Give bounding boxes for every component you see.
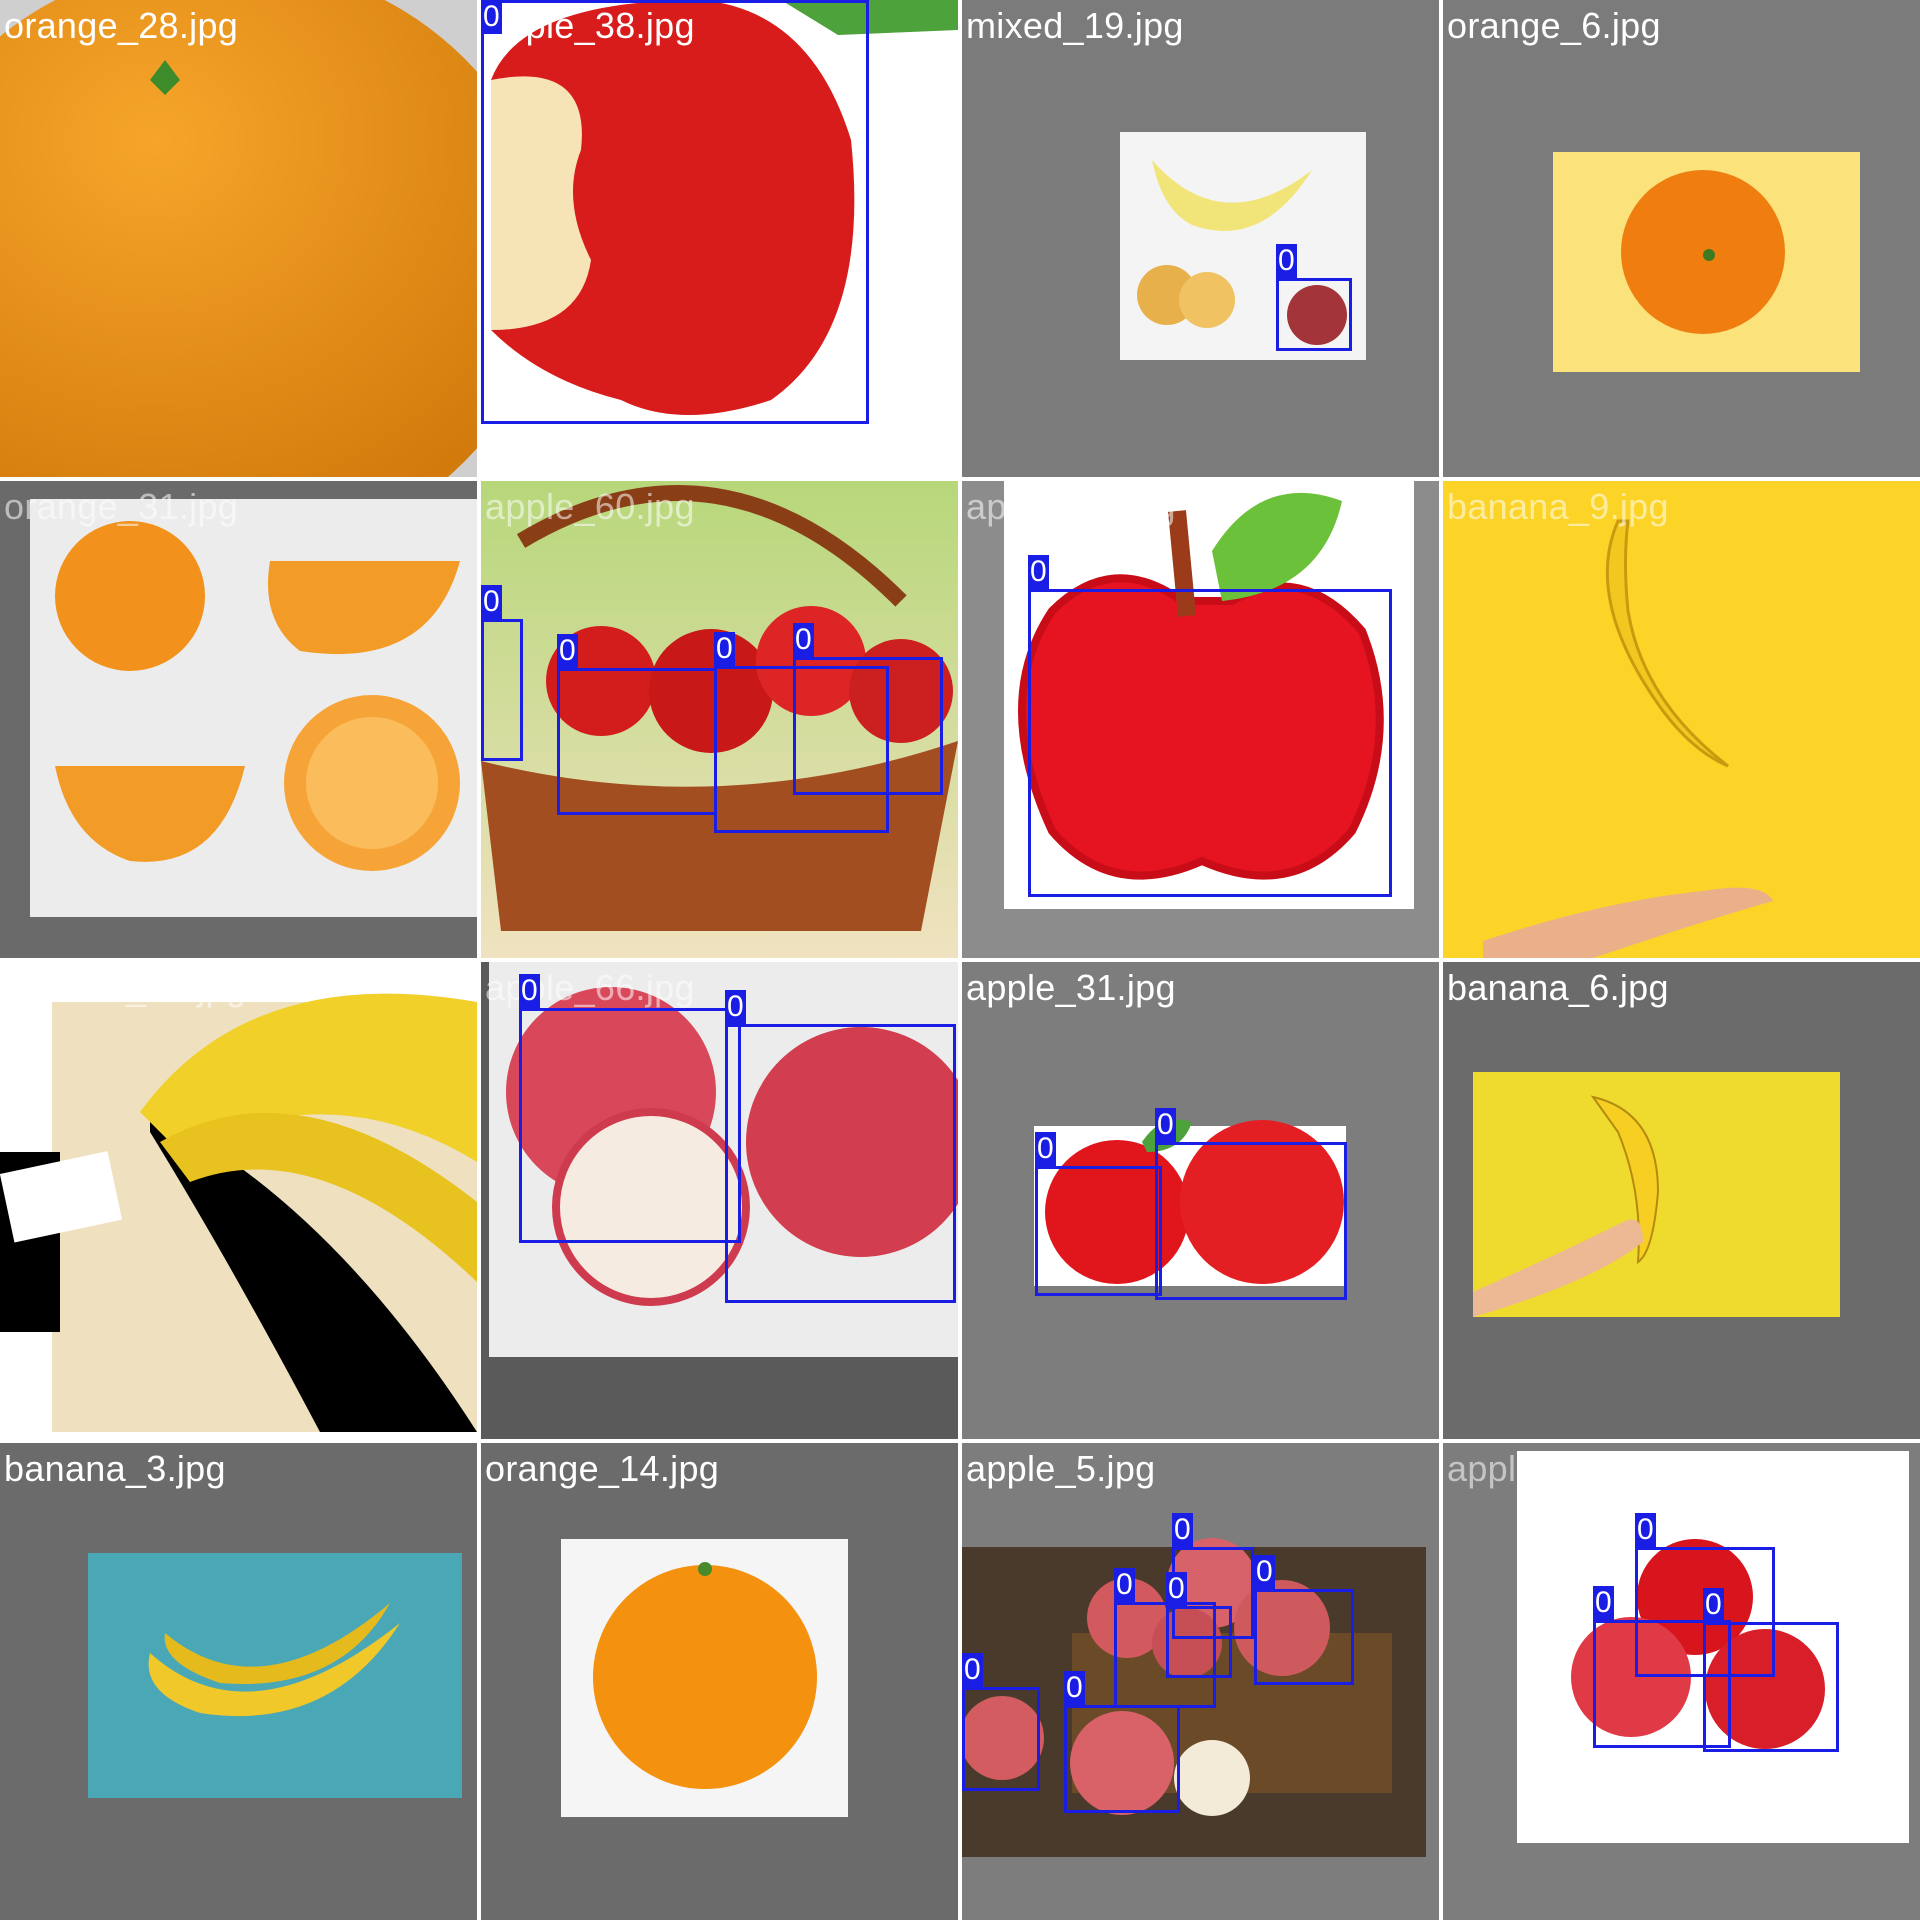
tile-filename: banana_3.jpg <box>4 1448 226 1489</box>
tile-filename: apple_38.jpg <box>485 5 695 46</box>
mosaic-grid: orange_28.jpg apple_38.jpg 0 mixed_19.jp… <box>0 0 1920 1920</box>
orange-closeup-image <box>0 0 477 477</box>
bbox-class-label: 0 <box>1172 1513 1193 1547</box>
hand-holding-banana-image <box>1443 962 1920 1439</box>
bounding-box[interactable] <box>557 668 717 815</box>
single-orange-image <box>481 1443 958 1920</box>
bounding-box[interactable] <box>962 1687 1040 1791</box>
image-tile[interactable]: banana_60.jpg <box>0 962 477 1439</box>
bananas-on-wood-image <box>0 1443 477 1920</box>
bounding-box[interactable] <box>1035 1166 1162 1296</box>
bounding-box[interactable] <box>1276 278 1352 351</box>
image-tile[interactable]: banana_3.jpg <box>0 1443 477 1920</box>
image-tile[interactable]: apple_60.jpg 0 0 0 0 <box>481 481 958 958</box>
tile-filename: orange_6.jpg <box>1447 5 1661 46</box>
bbox-class-label: 0 <box>1166 1572 1187 1606</box>
bbox-class-label: 0 <box>1028 555 1049 589</box>
tile-filename: mixed_19.jpg <box>966 5 1184 46</box>
bounding-box[interactable] <box>481 0 869 424</box>
bbox-class-label: 0 <box>1035 1132 1056 1166</box>
bounding-box[interactable] <box>1703 1622 1839 1752</box>
bounding-box[interactable] <box>1166 1606 1232 1678</box>
bbox-class-label: 0 <box>1593 1586 1614 1620</box>
tile-filename: orange_31.jpg <box>4 486 239 527</box>
image-tile[interactable]: orange_31.jpg <box>0 481 477 958</box>
tile-filename: apple_69.jpg <box>1447 1448 1657 1489</box>
bounding-box[interactable] <box>1254 1589 1354 1685</box>
bbox-class-label: 0 <box>1064 1671 1085 1705</box>
image-tile[interactable]: apple_38.jpg 0 <box>481 0 958 477</box>
bounding-box[interactable] <box>1155 1142 1347 1300</box>
bbox-class-label: 0 <box>557 634 578 668</box>
image-tile[interactable]: orange_14.jpg <box>481 1443 958 1920</box>
tile-filename: apple_5.jpg <box>966 1448 1156 1489</box>
tile-filename: orange_28.jpg <box>4 5 239 46</box>
image-tile[interactable]: apple_5.jpg 0 0 0 0 0 0 <box>962 1443 1439 1920</box>
bbox-class-label: 0 <box>1155 1108 1176 1142</box>
bbox-class-label: 0 <box>1276 244 1297 278</box>
bounding-box[interactable] <box>793 657 943 795</box>
image-tile[interactable]: apple_49.jpg 0 <box>962 481 1439 958</box>
bounding-box[interactable] <box>481 619 523 761</box>
bbox-class-label: 0 <box>714 632 735 666</box>
image-tile[interactable]: apple_69.jpg 0 0 0 <box>1443 1443 1920 1920</box>
tile-filename: orange_14.jpg <box>485 1448 720 1489</box>
tile-filename: apple_31.jpg <box>966 967 1176 1008</box>
tile-filename: apple_49.jpg <box>966 486 1176 527</box>
bbox-class-label: 0 <box>1254 1555 1275 1589</box>
banana-bunch-image <box>0 962 477 1439</box>
tile-filename: banana_9.jpg <box>1447 486 1669 527</box>
bbox-class-label: 0 <box>1114 1568 1135 1602</box>
banana-on-yellow-image <box>1443 481 1920 958</box>
image-tile[interactable]: apple_31.jpg 0 0 <box>962 962 1439 1439</box>
bbox-class-label: 0 <box>481 0 502 34</box>
image-tile[interactable]: orange_28.jpg <box>0 0 477 477</box>
bbox-class-label: 0 <box>725 990 746 1024</box>
mixed-fruit-image <box>962 0 1439 477</box>
bbox-class-label: 0 <box>1703 1588 1724 1622</box>
bounding-box[interactable] <box>1064 1705 1180 1813</box>
tile-filename: banana_6.jpg <box>1447 967 1669 1008</box>
tile-filename: apple_66.jpg <box>485 967 695 1008</box>
image-tile[interactable]: banana_9.jpg <box>1443 481 1920 958</box>
bounding-box[interactable] <box>725 1024 956 1303</box>
bbox-class-label: 0 <box>481 585 502 619</box>
bounding-box[interactable] <box>519 1008 741 1243</box>
orange-on-yellow-image <box>1443 0 1920 477</box>
image-tile[interactable]: mixed_19.jpg 0 <box>962 0 1439 477</box>
bbox-class-label: 0 <box>1635 1513 1656 1547</box>
orange-slices-image <box>0 481 477 958</box>
tile-filename: banana_60.jpg <box>4 967 247 1008</box>
image-tile[interactable]: banana_6.jpg <box>1443 962 1920 1439</box>
bbox-class-label: 0 <box>962 1653 983 1687</box>
image-tile[interactable]: orange_6.jpg <box>1443 0 1920 477</box>
bbox-class-label: 0 <box>793 623 814 657</box>
image-tile[interactable]: apple_66.jpg 0 0 <box>481 962 958 1439</box>
bbox-class-label: 0 <box>519 974 540 1008</box>
tile-filename: apple_60.jpg <box>485 486 695 527</box>
bounding-box[interactable] <box>1028 589 1392 897</box>
